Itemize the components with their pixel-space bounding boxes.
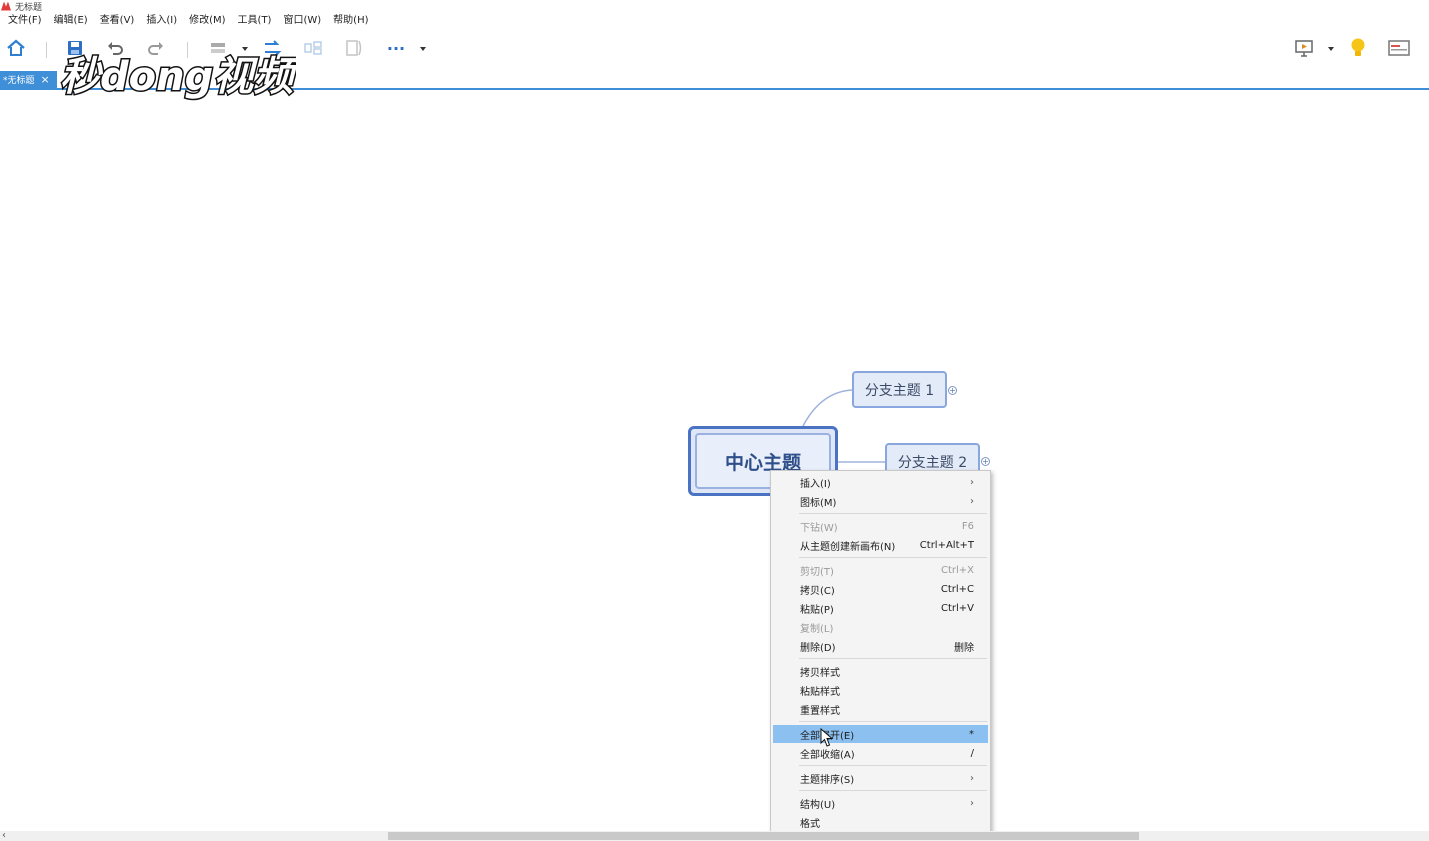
menu-item-paste[interactable]: 粘贴(P) Ctrl+V <box>773 599 988 617</box>
menu-separator <box>799 513 987 514</box>
menu-item-copy[interactable]: 拷贝(C) Ctrl+C <box>773 580 988 598</box>
branch-1-expand-icon[interactable]: + <box>948 386 957 395</box>
menu-separator <box>799 721 987 722</box>
branch-connectors <box>801 389 886 463</box>
menu-separator <box>799 765 987 766</box>
menu-separator <box>799 658 987 659</box>
menu-item-delete[interactable]: 删除(D) 删除 <box>773 637 988 655</box>
menu-item-insert[interactable]: 插入(I) › <box>773 473 988 491</box>
menu-item-structure[interactable]: 结构(U) › <box>773 794 988 812</box>
menu-item-cut[interactable]: 剪切(T) Ctrl+X <box>773 561 988 579</box>
horizontal-scrollbar[interactable]: ‹ <box>0 830 1429 841</box>
menu-item-icon[interactable]: 图标(M) › <box>773 492 988 510</box>
menu-item-collapse-all[interactable]: 全部收缩(A) / <box>773 744 988 762</box>
menu-separator <box>799 557 987 558</box>
submenu-arrow-icon: › <box>970 495 974 507</box>
mindmap-canvas[interactable]: 中心主题 分支主题 1 + 分支主题 2 + <box>0 0 1429 831</box>
branch-topic-label: 分支主题 1 <box>864 382 935 399</box>
menu-item-copy-style[interactable]: 拷贝样式 <box>773 662 988 680</box>
context-menu: 插入(I) › 图标(M) › 下钻(W) F6 从主题创建新画布(N) Ctr… <box>770 470 991 834</box>
menu-item-duplicate[interactable]: 复制(L) <box>773 618 988 636</box>
menu-item-expand-all[interactable]: 全部展开(E) * <box>773 725 988 743</box>
submenu-arrow-icon: › <box>970 797 974 809</box>
menu-item-paste-style[interactable]: 粘贴样式 <box>773 681 988 699</box>
submenu-arrow-icon: › <box>970 476 974 488</box>
submenu-arrow-icon: › <box>970 772 974 784</box>
branch-topic-1[interactable]: 分支主题 1 <box>852 371 947 408</box>
menu-item-new-sheet-from-topic[interactable]: 从主题创建新画布(N) Ctrl+Alt+T <box>773 536 988 554</box>
scrollbar-thumb[interactable] <box>388 832 1139 840</box>
branch-topic-label: 分支主题 2 <box>897 454 968 471</box>
menu-item-reset-style[interactable]: 重置样式 <box>773 700 988 718</box>
mouse-cursor-icon <box>820 728 834 747</box>
scroll-left-icon[interactable]: ‹ <box>2 830 6 841</box>
menu-item-format[interactable]: 格式 <box>773 813 988 831</box>
menu-item-sort-topics[interactable]: 主题排序(S) › <box>773 769 988 787</box>
menu-separator <box>799 790 987 791</box>
branch-2-expand-icon[interactable]: + <box>981 457 990 466</box>
menu-item-drill-down[interactable]: 下钻(W) F6 <box>773 517 988 535</box>
